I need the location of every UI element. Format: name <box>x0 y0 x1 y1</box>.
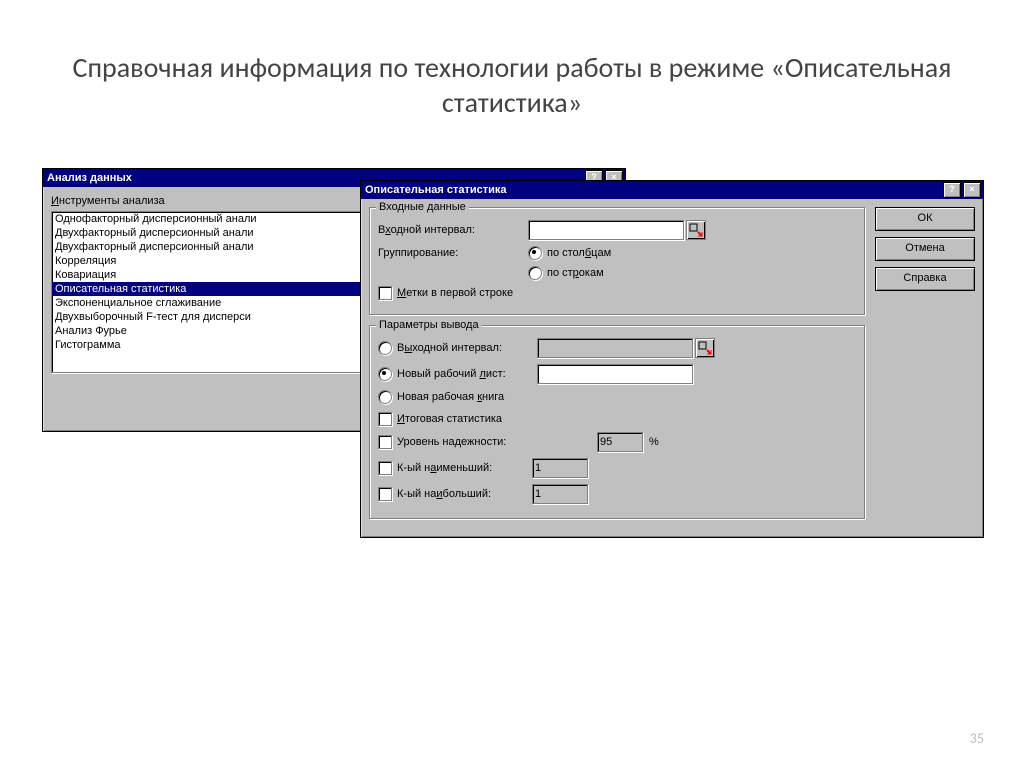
help-button[interactable]: Справка <box>875 267 975 291</box>
output-range-label: Выходной интервал: <box>397 342 537 354</box>
tools-label: Инструменты анализа <box>51 195 165 207</box>
checkbox-labels-first-row-label: Метки в первой строке <box>397 287 513 299</box>
kth-largest-label: К-ый наибольший: <box>397 488 532 500</box>
output-range-field[interactable] <box>537 338 693 358</box>
help-icon[interactable]: ? <box>943 182 961 198</box>
kth-smallest-field[interactable]: 1 <box>532 458 588 478</box>
page-number: 35 <box>970 730 984 747</box>
radio-new-book[interactable] <box>378 390 392 404</box>
percent-label: % <box>649 436 659 448</box>
input-range-label: Входной интервал: <box>378 224 528 236</box>
dialog-title: Описательная статистика <box>365 184 507 196</box>
close-icon[interactable]: × <box>963 182 981 198</box>
confidence-field[interactable]: 95 <box>597 432 643 452</box>
range-picker-icon[interactable] <box>686 220 706 240</box>
new-sheet-field[interactable] <box>537 364 693 384</box>
new-sheet-label: Новый рабочий лист: <box>397 368 537 380</box>
checkbox-labels-first-row[interactable] <box>378 286 392 300</box>
radio-by-rows[interactable] <box>528 266 542 280</box>
kth-largest-field[interactable]: 1 <box>532 484 588 504</box>
input-range-field[interactable] <box>528 220 684 240</box>
checkbox-kth-largest[interactable] <box>378 487 392 501</box>
checkbox-confidence[interactable] <box>378 435 392 449</box>
radio-output-range[interactable] <box>378 341 392 355</box>
groupbox-title: Параметры вывода <box>376 319 482 331</box>
groupbox-title: Входные данные <box>376 201 469 213</box>
confidence-label: Уровень надежности: <box>397 436 597 448</box>
new-book-label: Новая рабочая книга <box>397 391 504 403</box>
range-picker-icon[interactable] <box>695 338 715 358</box>
radio-new-sheet[interactable] <box>378 367 392 381</box>
checkbox-summary-label: Итоговая статистика <box>397 413 502 425</box>
radio-by-columns-label: по столбцам <box>547 247 611 259</box>
radio-by-rows-label: по строкам <box>547 267 604 279</box>
descriptive-statistics-dialog: Описательная статистика ? × Входные данн… <box>360 180 984 538</box>
slide-title: Справочная информация по технологии рабо… <box>0 50 1024 120</box>
checkbox-kth-smallest[interactable] <box>378 461 392 475</box>
grouping-label: Группирование: <box>378 247 528 259</box>
checkbox-summary[interactable] <box>378 412 392 426</box>
cancel-button[interactable]: Отмена <box>875 237 975 261</box>
titlebar[interactable]: Описательная статистика ? × <box>361 181 983 199</box>
radio-by-columns[interactable] <box>528 246 542 260</box>
input-groupbox: Входные данные Входной интервал: Группир… <box>369 207 865 315</box>
ok-button[interactable]: ОК <box>875 207 975 231</box>
dialog-title: Анализ данных <box>47 172 132 184</box>
kth-smallest-label: К-ый наименьший: <box>397 462 532 474</box>
output-groupbox: Параметры вывода Выходной интервал: Новы… <box>369 325 865 519</box>
